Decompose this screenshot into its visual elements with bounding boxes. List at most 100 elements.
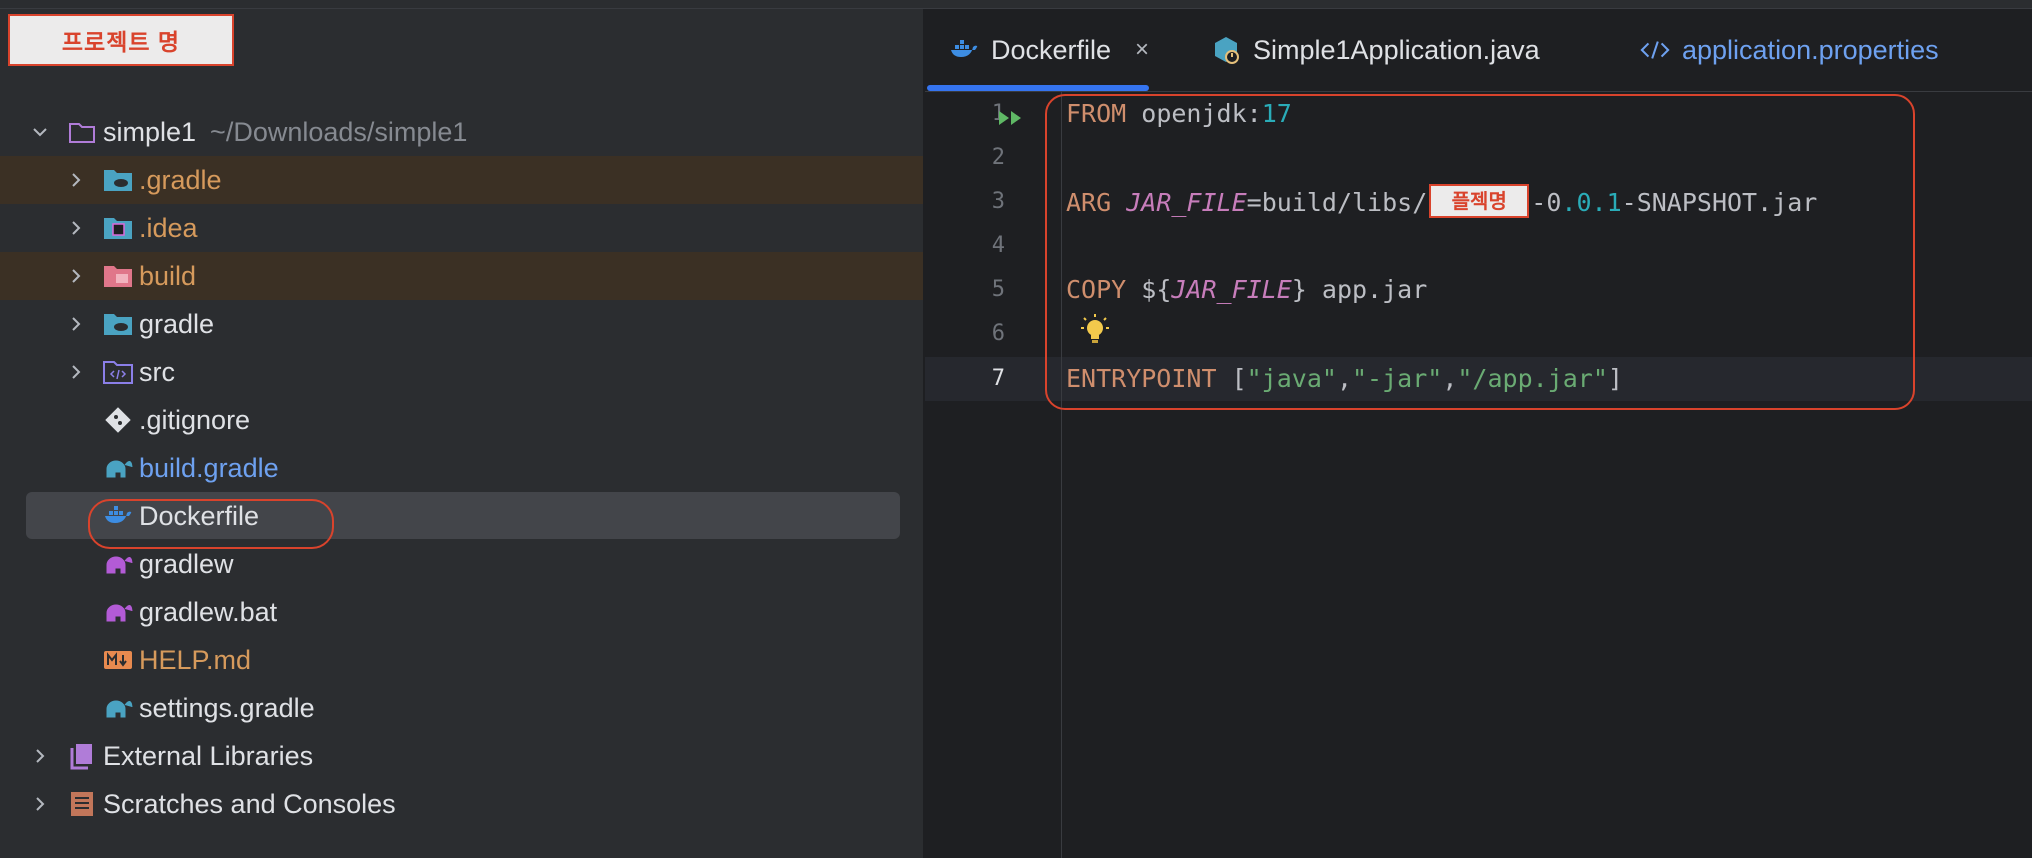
module-folder-icon [67, 117, 97, 147]
code-text: ] [1607, 364, 1623, 393]
lightbulb-icon[interactable] [1080, 313, 1110, 352]
code-text: . [1561, 188, 1577, 217]
gradle-elephant-icon [103, 693, 133, 723]
tree-item-scratches[interactable]: Scratches and Consoles [0, 780, 923, 828]
tree-item-dockerfile[interactable]: Dockerfile [0, 492, 923, 540]
tree-item-help-md[interactable]: HELP.md [0, 636, 923, 684]
code-number: 0 [1576, 188, 1592, 217]
tree-item-label: HELP.md [139, 644, 252, 675]
close-icon[interactable]: × [1135, 36, 1149, 64]
tree-root-label: simple1 ~/Downloads/simple1 [103, 117, 467, 148]
code-text: - [1531, 188, 1547, 217]
active-tab-indicator [927, 85, 1149, 91]
code-number: 1 [1606, 188, 1622, 217]
line-number: 3 [991, 189, 1005, 214]
tree-item-label: .gradle [139, 164, 222, 195]
code-line-5[interactable]: COPY ${JAR_FILE} app.jar [1066, 275, 1427, 304]
source-folder-icon [103, 357, 133, 387]
line-number: 5 [991, 277, 1005, 302]
tree-item-label: Scratches and Consoles [103, 788, 396, 819]
tab-dockerfile[interactable]: Dockerfile × [949, 9, 1149, 91]
code-line-7[interactable]: ENTRYPOINT ["java","-jar","/app.jar"] [1066, 364, 1623, 393]
tree-item-gradle[interactable]: gradle [0, 300, 923, 348]
root-name: simple1 [103, 116, 197, 147]
java-class-icon [1211, 35, 1241, 65]
tree-item-external-libraries[interactable]: External Libraries [0, 732, 923, 780]
editor-area: Dockerfile × Simple1Application.java app… [925, 9, 2032, 858]
gradle-elephant-icon [103, 597, 133, 627]
code-line-1[interactable]: FROM openjdk:17 [1066, 99, 1292, 128]
tree-item-dot-idea[interactable]: .idea [0, 204, 923, 252]
line-number: 1 [991, 101, 1005, 126]
tree-item-label: settings.gradle [139, 692, 315, 723]
line-number: 7 [991, 366, 1005, 391]
code-text: , [1336, 364, 1352, 393]
code-number: 17 [1261, 99, 1292, 128]
tree-item-build-gradle[interactable]: build.gradle [0, 444, 923, 492]
gutter-separator [1061, 91, 1062, 858]
chevron-down-icon[interactable] [30, 108, 50, 156]
tree-item-label: src [139, 356, 175, 387]
root-path: ~/Downloads/simple1 [210, 116, 468, 147]
code-text: openjdk: [1126, 99, 1262, 128]
code-text: ${ [1126, 275, 1172, 304]
tree-item-label: build [139, 260, 197, 291]
tree-item-gradlew-bat[interactable]: gradlew.bat [0, 588, 923, 636]
tree-item-label: Dockerfile [139, 500, 260, 531]
tree-item-label: .idea [139, 212, 198, 243]
keyword: ENTRYPOINT [1066, 364, 1217, 393]
tree-item-label: gradlew.bat [139, 596, 278, 627]
project-name-inline-annotation: 플젝명 [1429, 184, 1530, 218]
line-number: 4 [991, 233, 1005, 258]
gradle-elephant-icon [103, 549, 133, 579]
keyword: FROM [1066, 99, 1127, 128]
code-tag-icon [1640, 35, 1670, 65]
code-text: } app.jar [1291, 275, 1428, 304]
idea-folder-icon [103, 213, 133, 243]
tree-item-src[interactable]: src [0, 348, 923, 396]
chevron-right-icon[interactable] [30, 732, 50, 780]
chevron-right-icon[interactable] [66, 156, 86, 204]
gradle-folder-icon [103, 165, 133, 195]
tree-item-settings-gradle[interactable]: settings.gradle [0, 684, 923, 732]
line-number: 6 [991, 321, 1005, 346]
markdown-icon [103, 645, 133, 675]
window-top-strip [0, 0, 2032, 9]
tree-item-label: .gitignore [139, 404, 251, 435]
tree-item-gradlew[interactable]: gradlew [0, 540, 923, 588]
tree-item-gitignore[interactable]: .gitignore [0, 396, 923, 444]
chevron-right-icon[interactable] [66, 300, 86, 348]
code-text: , [1442, 364, 1458, 393]
scratches-icon [67, 789, 97, 819]
chevron-right-icon[interactable] [30, 780, 50, 828]
code-string: "-jar" [1352, 364, 1443, 393]
code-number: 0 [1546, 188, 1562, 217]
tree-item-dot-gradle[interactable]: .gradle [0, 156, 923, 204]
code-string: "/app.jar" [1457, 364, 1608, 393]
tab-label: Dockerfile [991, 34, 1112, 65]
code-string: "java" [1246, 364, 1337, 393]
chevron-right-icon[interactable] [66, 348, 86, 396]
code-variable: JAR_FILE [1171, 275, 1292, 304]
line-number: 2 [991, 145, 1005, 170]
docker-icon [949, 35, 979, 65]
tree-item-label: gradle [139, 308, 215, 339]
run-gutter-icon[interactable] [997, 109, 1025, 132]
tree-item-label: External Libraries [103, 740, 314, 771]
tree-item-label: gradlew [139, 548, 234, 579]
tree-root-simple1[interactable]: simple1 ~/Downloads/simple1 [0, 108, 923, 156]
tree-item-build[interactable]: build [0, 252, 923, 300]
editor-tab-bar: Dockerfile × Simple1Application.java app… [925, 9, 2032, 92]
chevron-right-icon[interactable] [66, 204, 86, 252]
tab-simple1application[interactable]: Simple1Application.java [1211, 9, 1540, 91]
project-tool-window: 프로젝트 명 simple1 ~/Downloads/simple1 .gradl… [0, 9, 923, 858]
docker-icon [103, 501, 133, 531]
gradle-folder-icon [103, 309, 133, 339]
code-text: [ [1216, 364, 1247, 393]
code-line-3[interactable]: ARG JAR_FILE=build/libs/플젝명 -0.0.1-SNAPSH… [1066, 184, 1817, 221]
tab-application-properties[interactable]: application.properties [1640, 9, 1939, 91]
keyword: ARG [1066, 188, 1112, 217]
code-text: =build/libs/ [1246, 188, 1428, 217]
gradle-elephant-icon [103, 453, 133, 483]
chevron-right-icon[interactable] [66, 252, 86, 300]
